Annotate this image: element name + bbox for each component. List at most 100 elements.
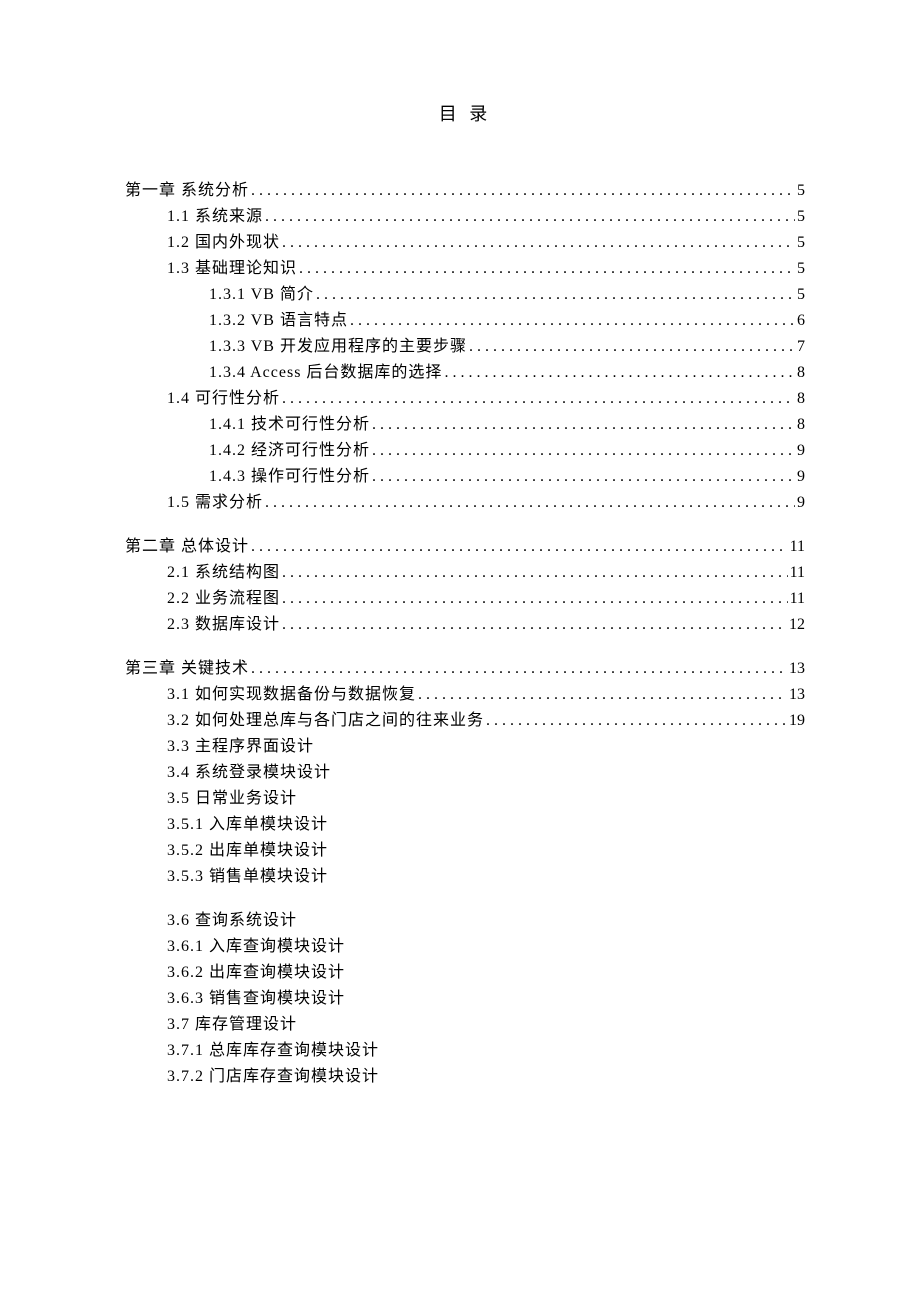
- toc-entry-label: 1.4.2 经济可行性分析: [209, 438, 370, 464]
- toc-entry-label: 1.3.4 Access 后台数据库的选择: [209, 360, 442, 386]
- toc-page-number: 8: [797, 386, 805, 412]
- toc-page-number: 12: [789, 612, 805, 638]
- toc-entry-label: 3.2 如何处理总库与各门店之间的往来业务: [167, 708, 484, 734]
- toc-entry-label: 3.5 日常业务设计: [167, 786, 297, 812]
- toc-leader-dots: [372, 412, 795, 438]
- toc-entry-label: 1.1 系统来源: [167, 204, 263, 230]
- toc-leader-dots: [282, 230, 795, 256]
- toc-page-number: 13: [789, 656, 805, 682]
- toc-leader-dots: [282, 586, 788, 612]
- toc-entry-label: 3.6 查询系统设计: [167, 908, 297, 934]
- toc-page-number: 11: [790, 534, 805, 560]
- toc-entry[interactable]: 3.6.1 入库查询模块设计: [125, 934, 805, 960]
- toc-leader-dots: [251, 534, 788, 560]
- toc-entry-label: 3.4 系统登录模块设计: [167, 760, 331, 786]
- toc-entry[interactable]: 第二章 总体设计 11: [125, 534, 805, 560]
- toc-leader-dots: [469, 334, 795, 360]
- toc-page-number: 5: [797, 282, 805, 308]
- toc-entry[interactable]: 1.3.1 VB 简介 5: [125, 282, 805, 308]
- toc-page-number: 6: [797, 308, 805, 334]
- toc-entry-label: 2.1 系统结构图: [167, 560, 280, 586]
- toc-entry-label: 第一章 系统分析: [125, 178, 249, 204]
- toc-page-number: 5: [797, 178, 805, 204]
- toc-entry-label: 3.7.1 总库库存查询模块设计: [167, 1038, 379, 1064]
- toc-entry-label: 1.4 可行性分析: [167, 386, 280, 412]
- toc-group: 第二章 总体设计112.1 系统结构图 112.2 业务流程图 112.3 数据…: [125, 534, 805, 638]
- toc-entry-label: 3.7.2 门店库存查询模块设计: [167, 1064, 379, 1090]
- toc-entry[interactable]: 3.5 日常业务设计: [125, 786, 805, 812]
- toc-entry-label: 第二章 总体设计: [125, 534, 249, 560]
- toc-leader-dots: [372, 464, 795, 490]
- toc-entry[interactable]: 3.1 如何实现数据备份与数据恢复 13: [125, 682, 805, 708]
- toc-leader-dots: [350, 308, 795, 334]
- toc-entry[interactable]: 2.2 业务流程图 11: [125, 586, 805, 612]
- toc-leader-dots: [265, 204, 795, 230]
- toc-page-number: 11: [790, 560, 805, 586]
- toc-title: 目 录: [125, 100, 805, 126]
- toc-page-number: 19: [789, 708, 805, 734]
- toc-entry[interactable]: 1.3 基础理论知识 5: [125, 256, 805, 282]
- toc-page-number: 5: [797, 256, 805, 282]
- toc-entry-label: 1.3 基础理论知识: [167, 256, 297, 282]
- toc-page-number: 13: [789, 682, 805, 708]
- toc-page-number: 8: [797, 412, 805, 438]
- toc-entry-label: 3.6.3 销售查询模块设计: [167, 986, 345, 1012]
- toc-leader-dots: [444, 360, 795, 386]
- toc-entry-label: 3.3 主程序界面设计: [167, 734, 314, 760]
- toc-entry-label: 1.3.3 VB 开发应用程序的主要步骤: [209, 334, 467, 360]
- toc-entry-label: 3.6.2 出库查询模块设计: [167, 960, 345, 986]
- toc-page-number: 9: [797, 438, 805, 464]
- toc-entry-label: 3.5.2 出库单模块设计: [167, 838, 328, 864]
- toc-entry[interactable]: 1.3.4 Access 后台数据库的选择8: [125, 360, 805, 386]
- toc-entry-label: 3.6.1 入库查询模块设计: [167, 934, 345, 960]
- toc-entry[interactable]: 3.6.3 销售查询模块设计: [125, 986, 805, 1012]
- toc-entry[interactable]: 第三章 关键技术13: [125, 656, 805, 682]
- toc-entry[interactable]: 1.4.3 操作可行性分析9: [125, 464, 805, 490]
- toc-entry[interactable]: 3.5.3 销售单模块设计: [125, 864, 805, 890]
- toc-entry-label: 3.1 如何实现数据备份与数据恢复: [167, 682, 416, 708]
- toc-leader-dots: [265, 490, 795, 516]
- toc-entry[interactable]: 1.4.2 经济可行性分析 9: [125, 438, 805, 464]
- toc-leader-dots: [316, 282, 795, 308]
- toc-entry-label: 1.3.2 VB 语言特点: [209, 308, 348, 334]
- toc-group: 第一章 系统分析51.1 系统来源 51.2 国内外现状 51.3 基础理论知识…: [125, 178, 805, 516]
- toc-entry[interactable]: 1.4 可行性分析 8: [125, 386, 805, 412]
- toc-leader-dots: [372, 438, 795, 464]
- toc-entry[interactable]: 1.3.2 VB 语言特点 6: [125, 308, 805, 334]
- toc-leader-dots: [251, 178, 795, 204]
- toc-entry[interactable]: 3.7.1 总库库存查询模块设计: [125, 1038, 805, 1064]
- toc-entry-label: 1.4.1 技术可行性分析: [209, 412, 370, 438]
- toc-page-number: 5: [797, 230, 805, 256]
- toc-entry-label: 2.2 业务流程图: [167, 586, 280, 612]
- toc-entry[interactable]: 3.4 系统登录模块设计: [125, 760, 805, 786]
- toc-entry[interactable]: 1.2 国内外现状 5: [125, 230, 805, 256]
- table-of-contents: 第一章 系统分析51.1 系统来源 51.2 国内外现状 51.3 基础理论知识…: [125, 178, 805, 1090]
- toc-entry[interactable]: 1.5 需求分析 9: [125, 490, 805, 516]
- toc-leader-dots: [282, 612, 787, 638]
- toc-entry[interactable]: 3.2 如何处理总库与各门店之间的往来业务 19: [125, 708, 805, 734]
- toc-entry[interactable]: 3.6.2 出库查询模块设计: [125, 960, 805, 986]
- toc-entry[interactable]: 3.3 主程序界面设计: [125, 734, 805, 760]
- toc-entry[interactable]: 3.7.2 门店库存查询模块设计: [125, 1064, 805, 1090]
- toc-entry[interactable]: 2.3 数据库设计12: [125, 612, 805, 638]
- toc-page-number: 11: [790, 586, 805, 612]
- toc-entry[interactable]: 3.7 库存管理设计: [125, 1012, 805, 1038]
- toc-entry[interactable]: 第一章 系统分析 5: [125, 178, 805, 204]
- toc-group: 3.6 查询系统设计3.6.1 入库查询模块设计3.6.2 出库查询模块设计3.…: [125, 908, 805, 1090]
- toc-entry[interactable]: 3.5.1 入库单模块设计: [125, 812, 805, 838]
- toc-entry-label: 3.5.1 入库单模块设计: [167, 812, 328, 838]
- toc-entry[interactable]: 3.6 查询系统设计: [125, 908, 805, 934]
- toc-entry[interactable]: 1.1 系统来源 5: [125, 204, 805, 230]
- toc-entry[interactable]: 1.3.3 VB 开发应用程序的主要步骤 7: [125, 334, 805, 360]
- toc-leader-dots: [299, 256, 795, 282]
- toc-entry[interactable]: 3.5.2 出库单模块设计: [125, 838, 805, 864]
- toc-entry[interactable]: 2.1 系统结构图 11: [125, 560, 805, 586]
- toc-entry[interactable]: 1.4.1 技术可行性分析 8: [125, 412, 805, 438]
- toc-leader-dots: [282, 560, 788, 586]
- toc-leader-dots: [251, 656, 787, 682]
- toc-page-number: 5: [797, 204, 805, 230]
- toc-entry-label: 1.2 国内外现状: [167, 230, 280, 256]
- toc-leader-dots: [418, 682, 787, 708]
- toc-entry-label: 3.7 库存管理设计: [167, 1012, 297, 1038]
- toc-entry-label: 1.3.1 VB 简介: [209, 282, 314, 308]
